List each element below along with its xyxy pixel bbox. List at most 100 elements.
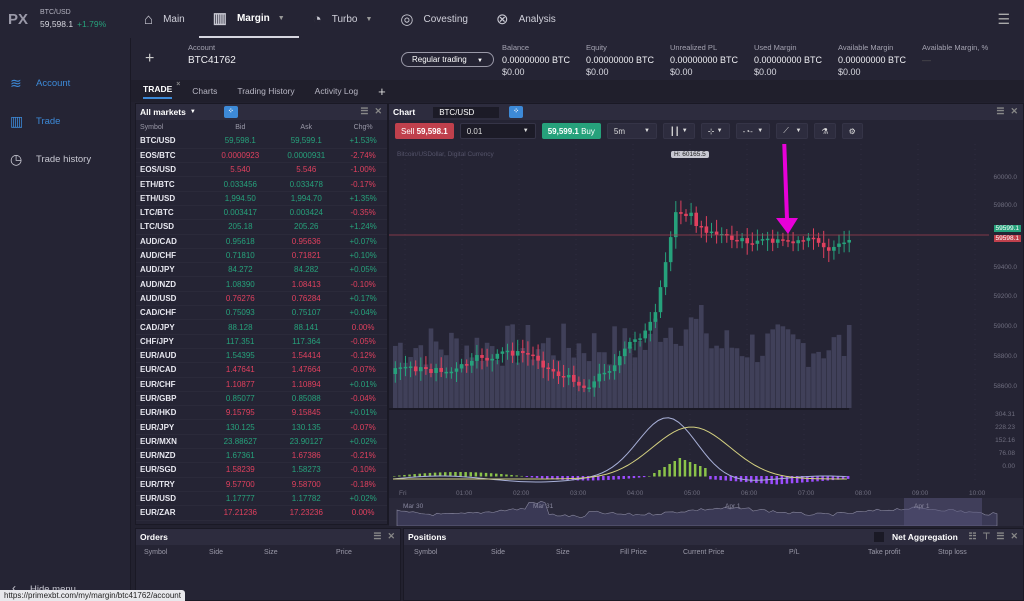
column-header[interactable]: Symbol [144,549,167,556]
market-row[interactable]: EUR/NZD 1.67361 1.67386 -0.21% [136,448,387,464]
market-row[interactable]: EUR/USD 1.17777 1.17782 +0.02% [136,491,387,507]
market-ask[interactable]: 0.033478 [273,176,340,192]
market-bid[interactable]: 0.0000923 [207,148,274,164]
interval-select[interactable]: 5m ▼ [606,123,657,139]
market-row[interactable]: EOS/BTC 0.0000923 0.0000931 -2.74% [136,148,387,164]
menu-icon[interactable]: ☰ [373,531,381,541]
market-row[interactable]: ETH/USD 1,994.50 1,994.70 +1.35% [136,191,387,206]
market-bid[interactable]: 1,994.50 [207,191,274,206]
market-row[interactable]: CHF/JPY 117.351 117.364 -0.05% [136,334,387,349]
market-ask[interactable]: 0.95636 [273,234,340,249]
tab-trade[interactable]: TRADE × [143,81,180,99]
market-ask[interactable]: 0.75107 [273,305,340,321]
close-icon[interactable]: × [176,81,180,88]
chart-symbol-input[interactable]: BTC/USD [433,106,500,118]
market-bid[interactable]: 88.128 [207,319,274,335]
market-ask[interactable]: 59,599.1 [273,134,340,149]
market-row[interactable]: AUD/USD 0.76276 0.76284 +0.17% [136,291,387,307]
column-header[interactable]: Chg% [339,120,387,134]
filter-icon[interactable]: ⊤ [983,531,991,541]
market-ask[interactable]: 0.85088 [273,391,340,407]
market-bid[interactable]: 130.125 [207,419,274,435]
market-row[interactable]: AUD/CHF 0.71810 0.71821 +0.10% [136,248,387,264]
market-bid[interactable]: 0.033456 [207,176,274,192]
market-ask[interactable]: 1,994.70 [273,191,340,206]
market-row[interactable]: EUR/JPY 130.125 130.135 -0.07% [136,419,387,435]
net-aggregation-checkbox[interactable] [874,532,884,542]
nav-analysis[interactable]: ⊗ Analysis [482,0,570,38]
market-row[interactable]: EUR/CAD 1.47641 1.47664 -0.07% [136,362,387,378]
market-ask[interactable]: 23.90127 [273,434,340,450]
sell-button[interactable]: Sell 59,598.1 [395,123,454,139]
market-bid[interactable]: 1.10877 [207,377,274,392]
line-tool-button[interactable]: ⟋ ▼ [776,123,809,139]
market-bid[interactable]: 17.21236 [207,505,274,521]
tab-charts[interactable]: Charts [192,86,217,96]
market-bid[interactable]: 205.18 [207,219,274,235]
market-ask[interactable]: 1.08413 [273,276,340,292]
column-header[interactable]: Stop loss [938,549,967,556]
market-ask[interactable]: 84.282 [273,262,340,278]
add-tab-button[interactable]: + [378,84,386,99]
market-row[interactable]: EUR/MXN 23.88627 23.90127 +0.02% [136,434,387,450]
nav-main[interactable]: ⌂ Main [130,0,199,38]
market-ask[interactable]: 1.54414 [273,348,340,364]
market-ask[interactable]: 117.364 [273,334,340,349]
market-ask[interactable]: 0.0000931 [273,148,340,164]
account-id[interactable]: BTC41762 [188,55,236,66]
market-ask[interactable]: 88.141 [273,319,340,335]
column-header[interactable]: Side [209,549,223,556]
drawing-tools-button[interactable]: ⊹ ▼ [700,123,730,139]
market-row[interactable]: AUD/JPY 84.272 84.282 +0.05% [136,262,387,278]
market-row[interactable]: EUR/CHF 1.10877 1.10894 +0.01% [136,377,387,392]
price-chart[interactable] [389,144,1023,526]
market-row[interactable]: BTC/USD 59,598.1 59,599.1 +1.53% [136,134,387,149]
sidebar-item-trade-history[interactable]: ◷ Trade history [0,140,130,178]
nav-margin[interactable]: ▥ Margin ▼ [198,0,299,38]
market-ask[interactable]: 0.71821 [273,248,340,264]
market-bid[interactable]: 1.67361 [207,448,274,464]
column-header[interactable]: Take profit [868,549,900,556]
market-bid[interactable]: 5.540 [207,162,274,178]
buy-button[interactable]: 59,599.1 Buy [541,123,601,139]
market-ask[interactable]: 0.76284 [273,291,340,307]
market-row[interactable]: AUD/CAD 0.95618 0.95636 +0.07% [136,234,387,249]
column-header[interactable]: Side [491,549,505,556]
market-row[interactable]: LTC/BTC 0.003417 0.003424 -0.35% [136,205,387,221]
tab-trading-history[interactable]: Trading History [237,86,294,96]
market-row[interactable]: EUR/AUD 1.54395 1.54414 -0.12% [136,348,387,364]
market-ask[interactable]: 17.23236 [273,505,340,521]
market-bid[interactable]: 1.08390 [207,276,274,292]
column-header[interactable]: Size [556,549,570,556]
menu-icon[interactable]: ☰ [996,106,1004,116]
markets-filter-select[interactable]: All markets [140,107,186,117]
link-icon[interactable]: ⁘ [223,106,238,118]
menu-icon[interactable]: ☰ [996,531,1004,541]
column-header[interactable]: P/L [789,549,800,556]
market-ask[interactable]: 5.546 [273,162,340,178]
chart-type-button[interactable]: ┃┃ ▼ [662,123,695,139]
market-bid[interactable]: 84.272 [207,262,274,278]
column-header[interactable]: Ask [273,120,339,134]
market-bid[interactable]: 0.75093 [207,305,274,321]
market-bid[interactable]: 1.58239 [207,462,274,478]
market-row[interactable]: LTC/USD 205.18 205.26 +1.24% [136,219,387,235]
market-ask[interactable]: 1.67386 [273,448,340,464]
market-bid[interactable]: 1.54395 [207,348,274,364]
market-row[interactable]: CAD/JPY 88.128 88.141 0.00% [136,319,387,335]
market-ask[interactable]: 1.47664 [273,362,340,378]
market-ask[interactable]: 0.003424 [273,205,340,221]
add-account-button[interactable]: + [145,50,154,68]
trading-mode-select[interactable]: Regular trading ▼ [401,52,494,67]
close-icon[interactable]: ✕ [1010,531,1018,541]
column-header[interactable]: Price [336,549,352,556]
market-row[interactable]: EUR/TRY 9.57700 9.58700 -0.18% [136,477,387,492]
market-bid[interactable]: 1.47641 [207,362,274,378]
nav-turbo[interactable]: ◔ Turbo ▼ [299,0,387,38]
market-bid[interactable]: 117.351 [207,334,274,349]
sidebar-item-account[interactable]: ≋ Account [0,64,130,102]
market-bid[interactable]: 0.85077 [207,391,274,407]
close-icon[interactable]: ✕ [387,531,395,541]
market-row[interactable]: EUR/SGD 1.58239 1.58273 -0.10% [136,462,387,478]
column-header[interactable]: Current Price [683,549,724,556]
